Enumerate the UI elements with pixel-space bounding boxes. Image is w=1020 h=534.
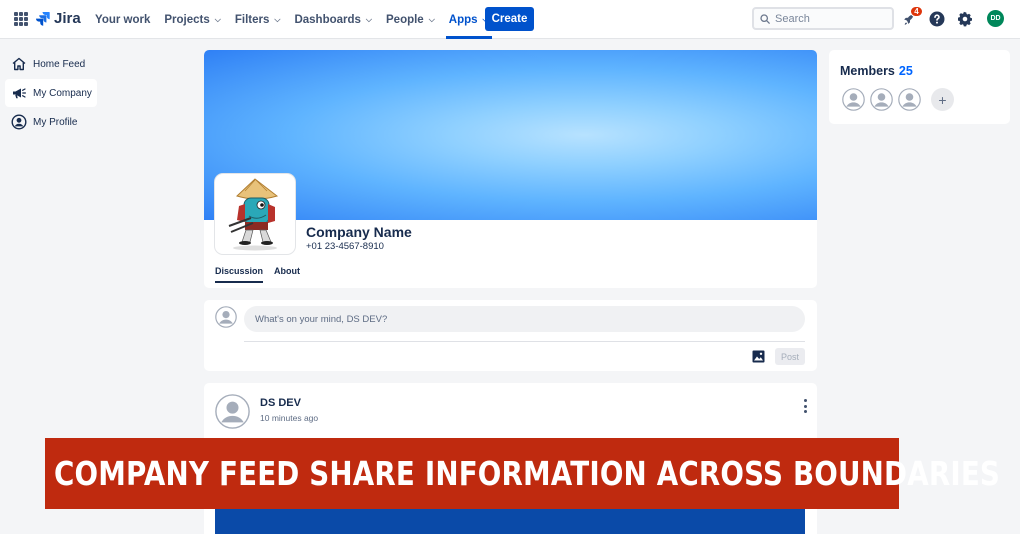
megaphone-icon (13, 88, 26, 99)
nav-apps-label: Apps (448, 13, 478, 26)
post-button[interactable]: Post (775, 348, 805, 365)
nav-projects[interactable]: Projects ⌵ (157, 0, 227, 39)
nav-your-work-label: Your work (95, 13, 151, 26)
banner-text: COMPANY FEED SHARE INFORMATION ACROSS BO… (54, 454, 1001, 493)
members-count: 25 (898, 64, 913, 78)
sidebar-item-home-feed[interactable]: Home Feed (5, 50, 97, 78)
nav-filters[interactable]: Filters ⌵ (228, 0, 288, 39)
nav-filters-label: Filters (234, 13, 270, 26)
samurai-mascot-icon (228, 178, 279, 251)
nav-people-label: People (386, 13, 424, 26)
user-avatar[interactable]: DD (987, 10, 1004, 27)
post-timestamp: 10 minutes ago (260, 413, 319, 423)
composer-divider (244, 341, 805, 342)
app-switcher-icon[interactable] (14, 12, 28, 26)
help-button[interactable] (928, 10, 946, 28)
member-avatar-icon[interactable] (842, 88, 865, 111)
chevron-down-icon: ⌵ (274, 14, 281, 24)
member-avatars: + (842, 88, 954, 111)
sidebar-item-label: My Company (33, 87, 92, 99)
gear-icon (958, 11, 972, 27)
top-navigation: Jira Your work Projects ⌵ Filters ⌵ Dashbo… (0, 0, 1020, 39)
company-name: Company Name (306, 224, 412, 240)
tab-discussion[interactable]: Discussion (215, 266, 264, 283)
jira-logo[interactable]: Jira (36, 10, 81, 27)
members-heading: Members 25 (840, 64, 913, 78)
image-upload-icon[interactable] (752, 350, 765, 363)
search-box[interactable] (752, 7, 894, 30)
members-card: Members 25 + (829, 50, 1010, 124)
nav-projects-label: Projects (164, 13, 210, 26)
chevron-down-icon: ⌵ (214, 14, 221, 24)
cover-image (204, 50, 817, 220)
settings-button[interactable] (956, 10, 974, 28)
sidebar-item-label: Home Feed (33, 58, 86, 70)
company-logo (215, 174, 295, 254)
sidebar: Home Feed My Company My Profile (5, 50, 97, 137)
promo-banner: COMPANY FEED SHARE INFORMATION ACROSS BO… (45, 438, 1000, 509)
nav-people[interactable]: People ⌵ (379, 0, 442, 39)
nav-your-work[interactable]: Your work (88, 0, 157, 39)
search-icon (760, 13, 770, 24)
jira-logo-text: Jira (54, 10, 81, 27)
member-avatar-icon[interactable] (898, 88, 921, 111)
search-input[interactable] (775, 12, 885, 25)
chevron-down-icon: ⌵ (365, 14, 372, 24)
chevron-down-icon: ⌵ (428, 14, 435, 24)
sidebar-item-my-company[interactable]: My Company (5, 79, 97, 107)
primary-nav: Your work Projects ⌵ Filters ⌵ Dashboards ⌵… (88, 0, 496, 39)
jira-logo-icon (36, 11, 50, 26)
company-tabs: Discussion About (215, 266, 300, 283)
tab-about[interactable]: About (274, 266, 300, 283)
add-member-button[interactable]: + (931, 88, 954, 111)
sidebar-item-label: My Profile (33, 116, 78, 128)
author-avatar-icon[interactable] (215, 394, 250, 429)
notification-badge: 4 (910, 6, 923, 17)
user-circle-icon (11, 114, 27, 130)
member-avatar-icon[interactable] (870, 88, 893, 111)
nav-dashboards-label: Dashboards (294, 13, 361, 26)
company-header-card: Company Name +01 23-4567-8910 Discussion… (204, 50, 817, 288)
home-icon (12, 57, 26, 71)
composer-input[interactable] (244, 306, 805, 332)
create-button[interactable]: Create (485, 7, 534, 31)
post-author[interactable]: DS DEV (260, 397, 301, 409)
company-phone: +01 23-4567-8910 (306, 241, 384, 252)
post-composer: Post (204, 300, 817, 371)
user-avatar-placeholder-icon (215, 306, 237, 328)
nav-dashboards[interactable]: Dashboards ⌵ (287, 0, 379, 39)
help-icon (929, 11, 945, 27)
sidebar-item-my-profile[interactable]: My Profile (5, 108, 97, 136)
members-title: Members (840, 64, 895, 78)
post-options-kebab-icon[interactable] (803, 399, 807, 413)
